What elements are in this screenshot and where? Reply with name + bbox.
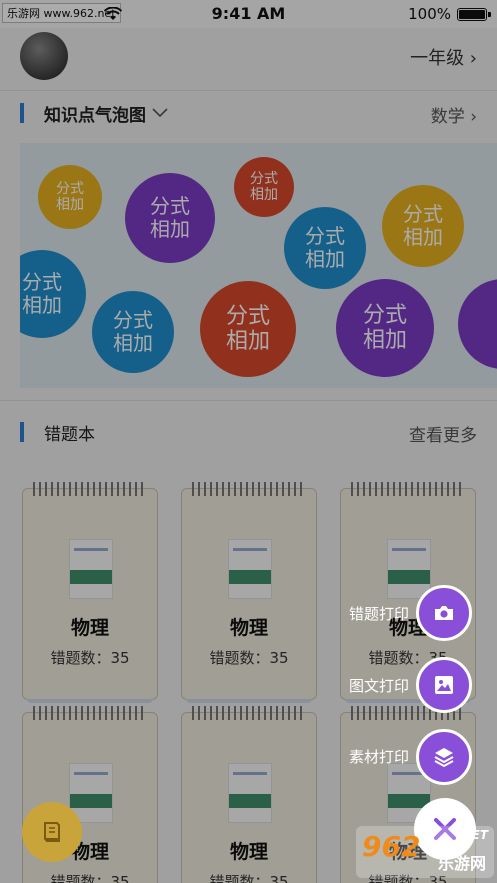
camera-icon [435,606,453,620]
fab-label-material-print[interactable]: 素材打印 [349,746,409,767]
logo-cn: 乐游网 [437,854,486,873]
material-print-button[interactable] [416,729,472,785]
mistake-print-button[interactable] [416,585,472,641]
book-icon [44,822,60,842]
logo-number: 962 [362,830,421,863]
logo-net: .NET [457,828,488,842]
notebook-fab[interactable] [22,802,82,862]
fab-label-image-print[interactable]: 图文打印 [349,675,409,696]
image-icon [435,676,453,694]
layers-icon [434,748,454,768]
fab-label-mistake-print[interactable]: 错题打印 [349,603,409,624]
site-logo: 962 .NET 乐游网 [356,826,494,878]
image-print-button[interactable] [416,657,472,713]
